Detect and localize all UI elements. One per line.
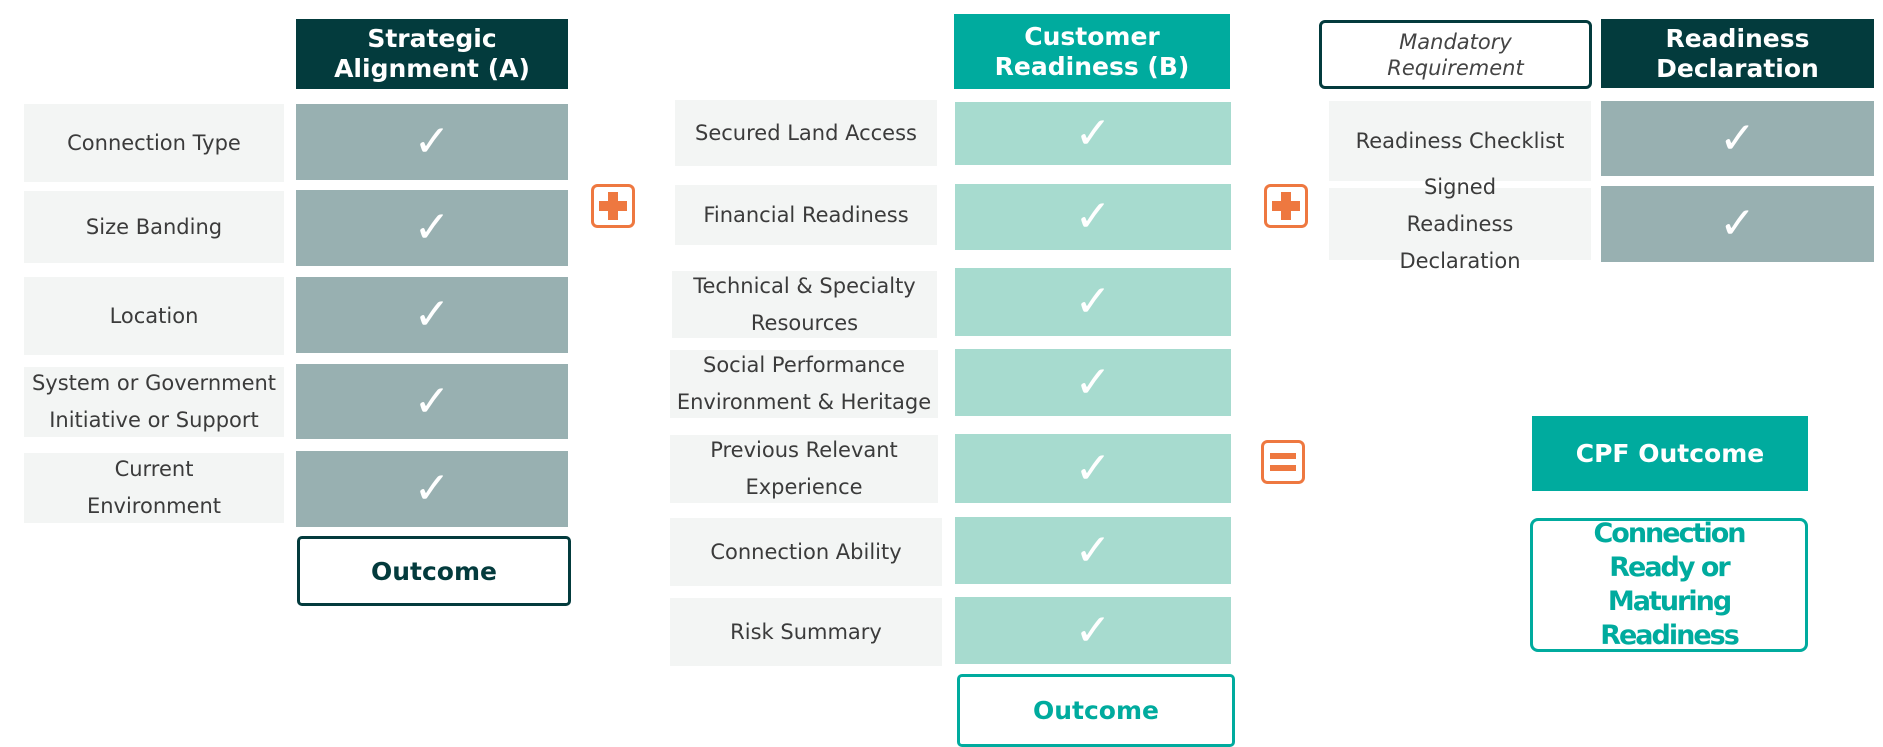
column-a-check-2: ✓ <box>296 190 568 266</box>
column-a-check-1: ✓ <box>296 104 568 180</box>
column-c-check-2: ✓ <box>1601 186 1874 262</box>
column-a-outcome: Outcome <box>297 536 571 606</box>
column-a-check-3: ✓ <box>296 277 568 353</box>
column-b-row-label: Financial Readiness <box>675 185 937 245</box>
column-a-row-label: Current Environment <box>24 453 284 523</box>
column-c-header: Readiness Declaration <box>1601 19 1874 88</box>
plus-icon <box>1264 184 1308 228</box>
column-b-row-label: Technical & Specialty Resources <box>672 271 937 338</box>
column-a-row-label: Connection Type <box>24 104 284 182</box>
column-a-row-label: Size Banding <box>24 191 284 263</box>
column-b-check-6: ✓ <box>955 517 1231 584</box>
cpf-outcome-result: Connection Ready or Maturing Readiness <box>1530 518 1808 652</box>
column-b-check-1: ✓ <box>955 102 1231 165</box>
column-b-row-label: Secured Land Access <box>675 100 937 166</box>
column-c-row-label: Signed Readiness Declaration <box>1329 175 1591 273</box>
column-b-check-2: ✓ <box>955 184 1231 250</box>
column-a-row-label: Location <box>24 277 284 355</box>
column-a-row-label: System or Government Initiative or Suppo… <box>24 367 284 437</box>
column-a-header: Strategic Alignment (A) <box>296 19 568 89</box>
column-b-row-label: Social Performance Environment & Heritag… <box>670 350 938 418</box>
column-a-check-5: ✓ <box>296 451 568 527</box>
column-b-check-4: ✓ <box>955 349 1231 416</box>
column-b-row-label: Connection Ability <box>670 518 942 586</box>
mandatory-requirement-label: Mandatory Requirement <box>1319 20 1592 89</box>
column-b-check-7: ✓ <box>955 597 1231 664</box>
column-b-header: Customer Readiness (B) <box>954 14 1230 89</box>
equals-icon <box>1261 440 1305 484</box>
column-b-check-3: ✓ <box>955 268 1231 336</box>
column-a-check-4: ✓ <box>296 364 568 439</box>
column-b-check-5: ✓ <box>955 434 1231 503</box>
column-b-outcome: Outcome <box>957 674 1235 747</box>
plus-icon <box>591 184 635 228</box>
column-c-check-1: ✓ <box>1601 101 1874 176</box>
cpf-outcome-box: CPF Outcome <box>1532 416 1808 491</box>
column-b-row-label: Risk Summary <box>670 598 942 666</box>
column-b-row-label: Previous Relevant Experience <box>670 435 938 503</box>
